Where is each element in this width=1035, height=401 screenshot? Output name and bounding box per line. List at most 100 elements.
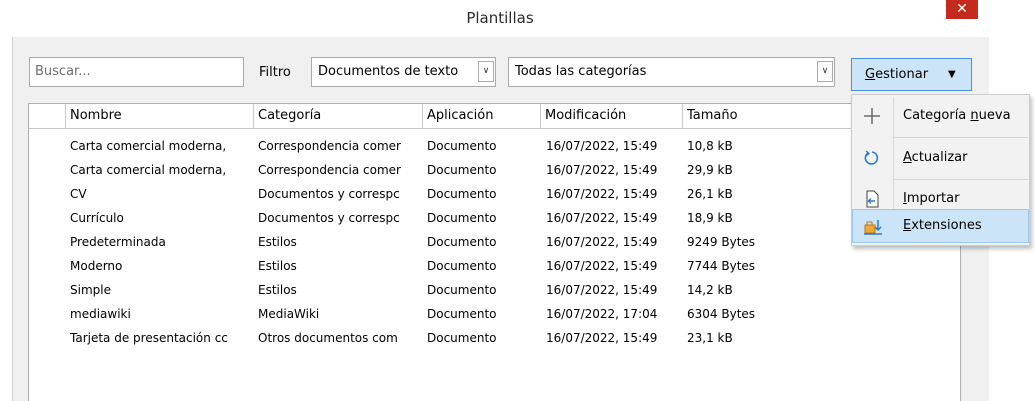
label-part: Categoría — [903, 108, 971, 123]
table-cell: 16/07/2022, 15:49 — [546, 331, 658, 345]
chevron-down-icon[interactable]: ∨ — [817, 61, 833, 82]
label-part: xtensiones — [911, 218, 982, 233]
table-cell: 7744 Bytes — [687, 259, 756, 273]
close-icon: ✕ — [956, 1, 968, 17]
table-cell: Estilos — [258, 283, 297, 297]
table-cell: 29,9 kB — [687, 163, 733, 177]
table-cell: Estilos — [258, 235, 297, 249]
menu-item-new-category[interactable]: Categoría nueva — [852, 98, 1029, 134]
extensions-icon — [861, 210, 885, 242]
search-input[interactable]: Buscar... — [29, 57, 244, 87]
table-cell: 16/07/2022, 17:04 — [546, 307, 658, 321]
menu-item-label: Actualizar — [903, 140, 967, 176]
triangle-down-icon: ▼ — [948, 69, 956, 80]
label-part: ueva — [978, 108, 1011, 123]
table-cell: Documento — [427, 283, 497, 297]
plus-icon — [860, 98, 884, 134]
table-cell: Currículo — [70, 211, 124, 225]
manage-mnemonic: G — [865, 67, 876, 82]
table-row[interactable]: Moderno Estilos Documento 16/07/2022, 15:49… — [29, 254, 960, 278]
table-cell: 14,2 kB — [687, 283, 733, 297]
table-cell: Estilos — [258, 259, 297, 273]
close-button[interactable]: ✕ — [946, 0, 978, 19]
table-row[interactable]: Simple Estilos Documento 16/07/2022, 15:49 1… — [29, 278, 960, 302]
menu-separator — [893, 179, 1028, 180]
table-cell: 18,9 kB — [687, 211, 733, 225]
table-cell: mediawiki — [70, 307, 131, 321]
table-cell: 16/07/2022, 15:49 — [546, 163, 658, 177]
menu-separator — [893, 137, 1028, 138]
table-cell: 16/07/2022, 15:49 — [546, 283, 658, 297]
filter-dropdown[interactable]: Documentos de texto ∨ — [311, 57, 496, 87]
header-spacer — [29, 104, 66, 128]
chevron-down-icon[interactable]: ∨ — [478, 61, 494, 82]
table-cell: Documento — [427, 139, 497, 153]
table-cell: MediaWiki — [258, 307, 320, 321]
mnemonic: n — [970, 108, 979, 123]
manage-menu: Categoría nueva Actualizar Importar Exte… — [851, 94, 1030, 246]
column-header-modified[interactable]: Modificación — [541, 104, 683, 128]
table-cell: Documento — [427, 307, 497, 321]
table-cell: Carta comercial moderna, — [70, 163, 227, 177]
table-row[interactable]: Currículo Documentos y correspc Documento 1… — [29, 206, 960, 230]
category-dropdown[interactable]: Todas las categorías ∨ — [508, 57, 835, 87]
table-cell: Documento — [427, 235, 497, 249]
table-row[interactable]: Tarjeta de presentación cc Otros document… — [29, 326, 960, 350]
table-cell: Documento — [427, 211, 497, 225]
table-cell: 9249 Bytes — [687, 235, 756, 249]
column-header-category[interactable]: Categoría — [254, 104, 423, 128]
table-cell: 10,8 kB — [687, 139, 733, 153]
table-cell: Otros documentos com — [258, 331, 398, 345]
table-cell: Documento — [427, 163, 497, 177]
table-cell: 16/07/2022, 15:49 — [546, 235, 658, 249]
table-cell: Documento — [427, 331, 497, 345]
table-row[interactable]: mediawiki MediaWiki Documento 16/07/2022, 1… — [29, 302, 960, 326]
table-cell: CV — [70, 187, 87, 201]
manage-label-rest: estionar — [875, 67, 929, 82]
column-header-size[interactable]: Tamaño — [683, 104, 863, 128]
title-bar: Plantillas ✕ — [0, 0, 1035, 37]
table-cell: Simple — [70, 283, 111, 297]
label-part: ctualizar — [911, 150, 968, 165]
table-cell: Carta comercial moderna, — [70, 139, 227, 153]
templates-table: Nombre Categoría Aplicación Modificación… — [28, 103, 961, 401]
table-cell: Documento — [427, 187, 497, 201]
table-cell: Correspondencia comer — [258, 163, 401, 177]
menu-item-refresh[interactable]: Actualizar — [852, 140, 1029, 176]
table-cell: 16/07/2022, 15:49 — [546, 211, 658, 225]
menu-item-extensions[interactable]: Extensiones — [852, 209, 1029, 243]
table-cell: Documentos y correspc — [258, 211, 400, 225]
table-cell: Tarjeta de presentación cc — [70, 331, 228, 345]
window-title: Plantillas — [466, 9, 534, 27]
table-cell: 16/07/2022, 15:49 — [546, 139, 658, 153]
table-row[interactable]: Carta comercial moderna, Correspondencia … — [29, 134, 960, 158]
menu-item-label: Categoría nueva — [903, 98, 1011, 134]
table-cell: 26,1 kB — [687, 187, 733, 201]
column-header-application[interactable]: Aplicación — [423, 104, 541, 128]
table-row[interactable]: Predeterminada Estilos Documento 16/07/2022… — [29, 230, 960, 254]
mnemonic: E — [903, 218, 912, 233]
category-dropdown-value: Todas las categorías — [515, 64, 647, 79]
table-cell: 16/07/2022, 15:49 — [546, 259, 658, 273]
table-cell: Documento — [427, 259, 497, 273]
table-cell: 16/07/2022, 15:49 — [546, 187, 658, 201]
filter-label: Filtro — [259, 65, 291, 80]
table-row[interactable]: CV Documentos y correspc Documento 16/07/20… — [29, 182, 960, 206]
table-cell: Correspondencia comer — [258, 139, 401, 153]
manage-label: Gestionar — [865, 67, 928, 82]
table-row[interactable]: Carta comercial moderna, Correspondencia … — [29, 158, 960, 182]
refresh-icon — [860, 140, 884, 176]
table-cell: Predeterminada — [70, 235, 166, 249]
menu-item-label: Extensiones — [903, 210, 982, 242]
table-header: Nombre Categoría Aplicación Modificación… — [29, 104, 960, 129]
templates-dialog: Plantillas ✕ Buscar... Filtro Documentos… — [0, 0, 1035, 401]
table-cell: 23,1 kB — [687, 331, 733, 345]
filter-dropdown-value: Documentos de texto — [318, 64, 459, 79]
table-cell: 6304 Bytes — [687, 307, 756, 321]
label-part: mportar — [906, 191, 960, 206]
mnemonic: A — [903, 150, 912, 165]
manage-button[interactable]: Gestionar ▼ — [851, 58, 972, 91]
table-cell: Moderno — [70, 259, 123, 273]
column-header-name[interactable]: Nombre — [66, 104, 254, 128]
table-cell: Documentos y correspc — [258, 187, 400, 201]
